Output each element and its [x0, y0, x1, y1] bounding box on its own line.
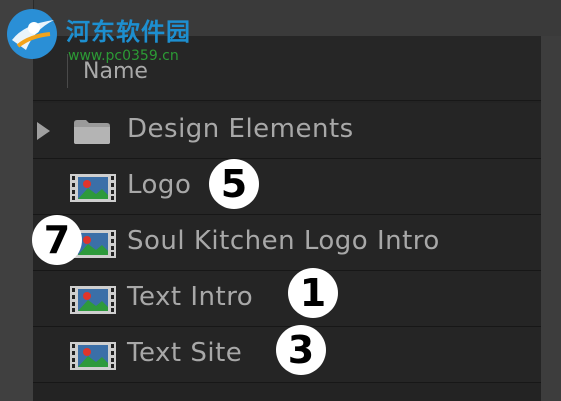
watermark-logo-icon: [7, 9, 57, 59]
folder-icon: [74, 120, 110, 144]
watermark-title: 河东软件园: [66, 17, 191, 46]
list-item-label: Design Elements: [127, 114, 354, 144]
list-item-design-elements[interactable]: Design Elements: [33, 103, 541, 159]
right-gutter: [541, 36, 561, 401]
expand-triangle-icon[interactable]: [37, 122, 50, 140]
list-item-soul-kitchen-logo-intro[interactable]: Soul Kitchen Logo Intro: [33, 215, 541, 271]
badge-text-site: 3: [276, 325, 326, 375]
badge-soul-kitchen-logo-intro: 7: [32, 215, 82, 265]
list-item-label: Text Site: [127, 338, 243, 368]
composition-icon: [70, 286, 116, 314]
badge-logo: 5: [209, 159, 259, 209]
watermark: 河东软件园 www.pc0359.cn: [4, 6, 224, 66]
list-item-label: Soul Kitchen Logo Intro: [127, 226, 440, 256]
composition-icon: [70, 174, 116, 202]
badge-text-intro: 1: [288, 268, 338, 318]
list-item-text-intro[interactable]: Text Intro: [33, 271, 541, 327]
list-item-logo[interactable]: Logo: [33, 159, 541, 215]
watermark-url: www.pc0359.cn: [68, 48, 179, 64]
list-item-label: Text Intro: [127, 282, 254, 312]
composition-icon: [70, 342, 116, 370]
list-item-label: Logo: [127, 170, 192, 200]
